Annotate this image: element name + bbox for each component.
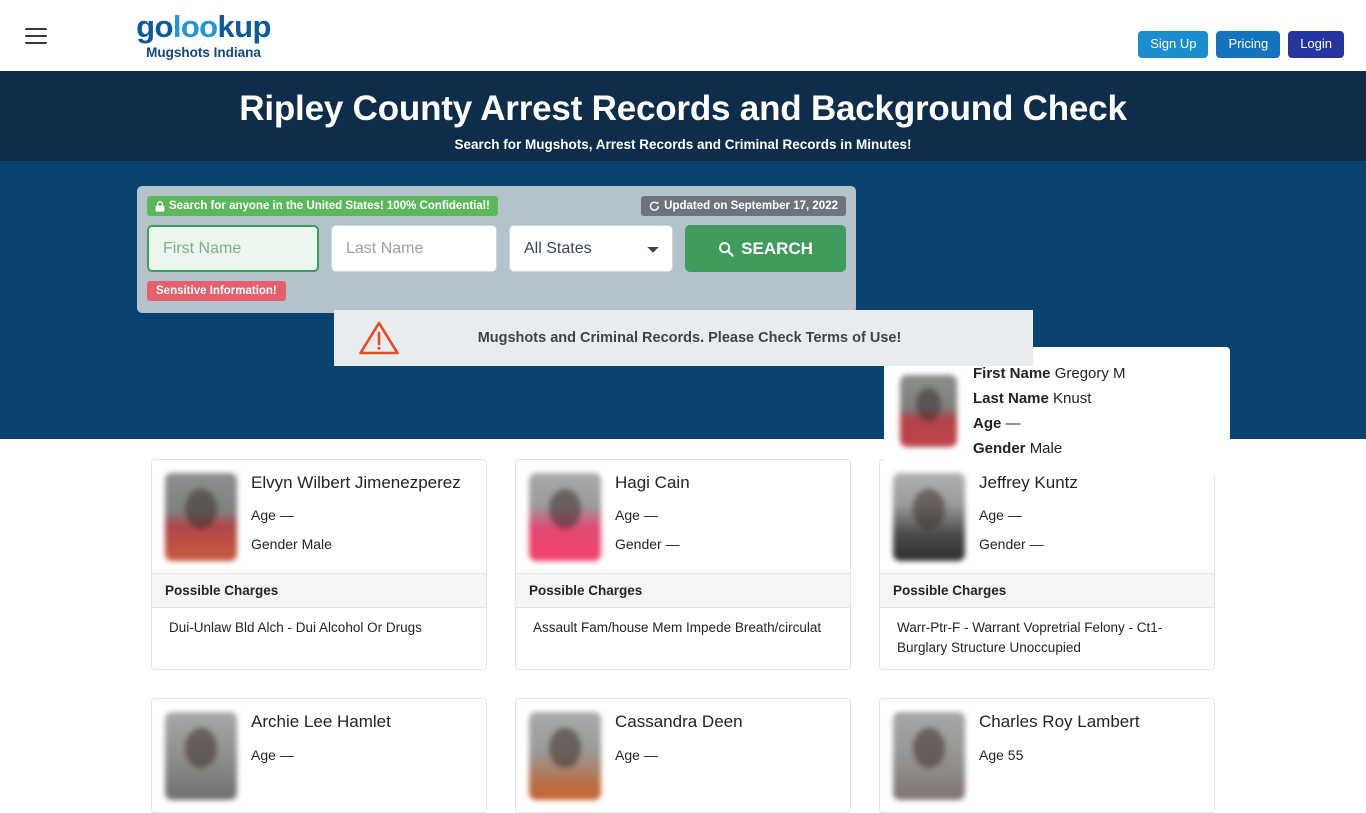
mugshot-thumbnail <box>529 712 601 801</box>
result-card-info: Charles Roy Lambert Age 55 <box>979 712 1140 800</box>
possible-charges-header: Possible Charges <box>516 573 850 608</box>
charge-text: Assault Fam/house Mem Impede Breath/circ… <box>533 620 822 635</box>
result-card[interactable]: Elvyn Wilbert Jimenezperez Age — Gender Ma… <box>151 459 487 671</box>
person-age: Age — <box>251 746 294 763</box>
result-card-header: Charles Roy Lambert Age 55 <box>880 699 1214 812</box>
charge-text: Warr-Ptr-F - Warrant Vopretrial Felony -… <box>897 620 1163 655</box>
featured-last-name-value: Knust <box>1053 389 1092 407</box>
person-age: Age — <box>615 746 658 763</box>
search-fields-row: All States SEARCH <box>147 225 846 272</box>
featured-person-details: First Name Gregory M Last Name Knust Age… <box>973 361 1126 461</box>
featured-age-value: — <box>1005 415 1021 432</box>
results-grid: Elvyn Wilbert Jimenezperez Age — Gender Ma… <box>0 439 1366 813</box>
person-age: Age — <box>615 507 658 524</box>
result-card-info: Jeffrey Kuntz Age — Gender — <box>979 473 1078 561</box>
featured-mugshot-thumbnail <box>900 375 957 447</box>
hamburger-line <box>25 27 47 30</box>
pricing-button[interactable]: Pricing <box>1216 31 1281 59</box>
charge-text: Dui-Unlaw Bld Alch - Dui Alcohol Or Drug… <box>169 620 422 635</box>
possible-charges-header: Possible Charges <box>880 573 1214 608</box>
brand-logo-middle: loo <box>172 9 218 44</box>
result-card[interactable]: Jeffrey Kuntz Age — Gender — Possible Charg… <box>879 459 1215 671</box>
updated-badge-label: Updated on September 17, 2022 <box>664 200 838 212</box>
person-gender: Gender Male <box>251 536 332 553</box>
result-card-header: Cassandra Deen Age — <box>516 699 850 812</box>
featured-gender-label: Gender <box>973 440 1026 458</box>
lock-icon <box>155 200 165 212</box>
search-section: Search for anyone in the United States! … <box>0 161 1366 475</box>
person-gender: Gender — <box>615 536 680 553</box>
brand-subtitle: Mugshots Indiana <box>146 45 261 60</box>
confidential-badge: Search for anyone in the United States! … <box>147 196 498 216</box>
search-button-label: SEARCH <box>741 238 813 258</box>
person-name: Cassandra Deen <box>615 712 743 732</box>
terms-warning-text: Mugshots and Criminal Records. Please Ch… <box>477 330 902 346</box>
result-card-header: Archie Lee Hamlet Age — <box>152 699 486 812</box>
updated-badge: Updated on September 17, 2022 <box>641 196 846 216</box>
confidential-badge-label: Search for anyone in the United States! … <box>169 200 490 212</box>
result-card[interactable]: Charles Roy Lambert Age 55 <box>879 698 1215 813</box>
state-select[interactable]: All States <box>509 225 674 272</box>
featured-first-name-label: First Name <box>973 364 1051 382</box>
result-card[interactable]: Cassandra Deen Age — <box>515 698 851 813</box>
featured-person-card[interactable]: First Name Gregory M Last Name Knust Age… <box>884 347 1230 475</box>
page-subtitle: Search for Mugshots, Arrest Records and … <box>454 136 912 152</box>
result-card[interactable]: Archie Lee Hamlet Age — <box>151 698 487 813</box>
result-card-header: Jeffrey Kuntz Age — Gender — <box>880 460 1214 573</box>
search-icon <box>719 241 734 257</box>
hamburger-menu-icon[interactable] <box>25 27 47 44</box>
signup-button[interactable]: Sign Up <box>1138 31 1209 59</box>
result-card-info: Cassandra Deen Age — <box>615 712 743 800</box>
person-name: Jeffrey Kuntz <box>979 473 1078 492</box>
mugshot-thumbnail <box>893 473 965 561</box>
hamburger-line <box>25 41 47 44</box>
person-age: Age 55 <box>979 746 1024 763</box>
search-button[interactable]: SEARCH <box>685 225 846 272</box>
person-name: Charles Roy Lambert <box>979 712 1140 732</box>
featured-last-name-row: Last Name Knust <box>973 386 1126 411</box>
person-age: Age — <box>979 507 1022 524</box>
result-card-info: Archie Lee Hamlet Age — <box>251 712 391 800</box>
person-age: Age — <box>251 507 294 524</box>
possible-charges-header: Possible Charges <box>152 573 486 608</box>
page-title: Ripley County Arrest Records and Backgro… <box>239 89 1127 128</box>
person-name: Elvyn Wilbert Jimenezperez <box>251 473 461 492</box>
refresh-icon <box>649 201 660 211</box>
result-card-header: Elvyn Wilbert Jimenezperez Age — Gender Ma… <box>152 460 486 573</box>
brand-logo[interactable]: golookup Mugshots Indiana <box>136 11 271 60</box>
search-panel: Search for anyone in the United States! … <box>137 186 856 313</box>
nav-actions: Sign Up Pricing Login <box>1138 31 1344 59</box>
terms-warning-banner: Mugshots and Criminal Records. Please Ch… <box>334 310 1033 366</box>
result-card-info: Hagi Cain Age — Gender — <box>615 473 690 561</box>
hamburger-line <box>25 34 47 37</box>
mugshot-thumbnail <box>165 473 237 561</box>
brand-logo-right: kup <box>217 9 272 44</box>
warning-triangle-icon <box>359 321 399 355</box>
person-name: Hagi Cain <box>615 473 690 492</box>
sensitive-information-badge: Sensitive Information! <box>147 281 286 301</box>
result-card-header: Hagi Cain Age — Gender — <box>516 460 850 573</box>
mugshot-thumbnail <box>165 712 237 801</box>
featured-last-name-label: Last Name <box>973 389 1049 407</box>
result-card[interactable]: Hagi Cain Age — Gender — Possible Charges As… <box>515 459 851 671</box>
brand-logo-text: golookup <box>136 11 271 42</box>
top-navbar: golookup Mugshots Indiana Sign Up Pricin… <box>0 0 1366 71</box>
hero-title-band: Ripley County Arrest Records and Backgro… <box>0 71 1366 161</box>
person-gender: Gender — <box>979 536 1044 553</box>
person-name: Archie Lee Hamlet <box>251 712 391 732</box>
featured-age-row: Age — <box>973 411 1126 436</box>
search-badges-row: Search for anyone in the United States! … <box>147 196 846 216</box>
last-name-input[interactable] <box>331 225 497 272</box>
featured-gender-value: Male <box>1029 440 1063 458</box>
brand-logo-left: go <box>136 9 173 44</box>
mugshot-thumbnail <box>529 473 601 561</box>
mugshot-thumbnail <box>893 712 965 801</box>
login-button[interactable]: Login <box>1288 31 1344 59</box>
featured-gender-row: Gender Male <box>973 436 1126 461</box>
featured-first-name-value: Gregory M <box>1054 364 1126 382</box>
featured-age-label: Age <box>973 415 1002 432</box>
first-name-input[interactable] <box>147 225 319 272</box>
result-card-info: Elvyn Wilbert Jimenezperez Age — Gender Ma… <box>251 473 461 561</box>
